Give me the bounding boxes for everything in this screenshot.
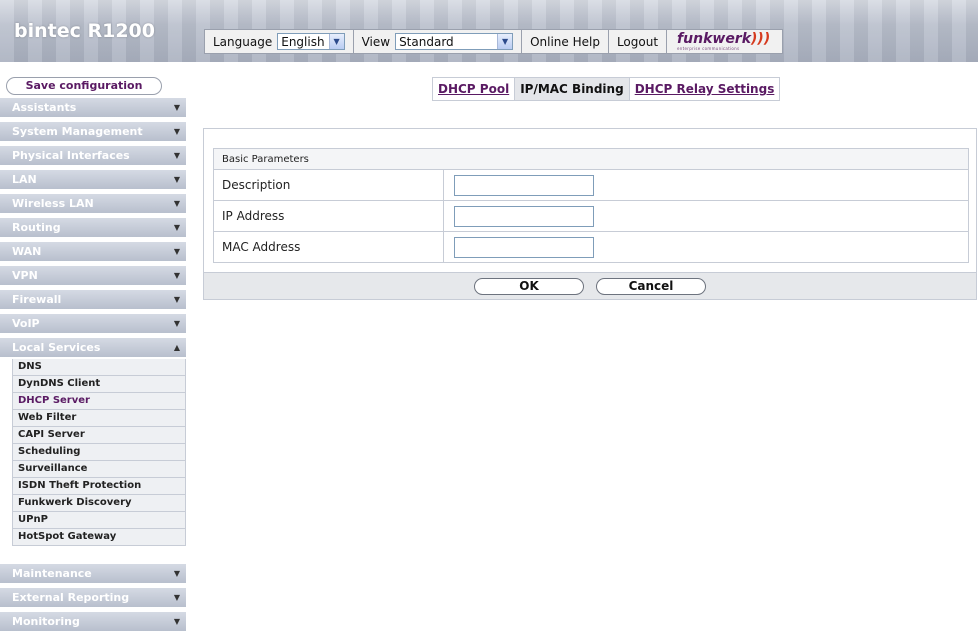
chevron-down-icon: ▼ [173,569,180,578]
online-help-link[interactable]: Online Help [522,29,609,54]
menu-wan[interactable]: WAN ▼ [0,242,186,262]
header-bar: bintec R1200 Language English ▼ View Sta… [0,0,978,62]
chevron-down-icon: ▼ [173,319,180,328]
menu-physical-interfaces[interactable]: Physical Interfaces ▼ [0,146,186,166]
submenu-dyndns-client[interactable]: DynDNS Client [12,376,186,393]
description-input[interactable] [454,174,594,196]
language-value: English [281,34,325,49]
language-dropdown[interactable]: English ▼ [277,33,345,50]
chevron-down-icon: ▼ [173,593,180,602]
form-row-description: Description [214,169,968,200]
menu-label: Physical Interfaces [12,149,130,162]
logo-tagline: enterprise communications [677,46,740,51]
menu-local-services[interactable]: Local Services ▲ [0,338,186,358]
submenu-web-filter[interactable]: Web Filter [12,410,186,427]
chevron-down-icon: ▼ [173,617,180,626]
submenu-capi-server[interactable]: CAPI Server [12,427,186,444]
logout-link[interactable]: Logout [608,29,668,54]
top-toolbar: Language English ▼ View Standard ▼ Onlin… [204,29,784,54]
chevron-down-icon: ▼ [328,34,344,49]
menu-label: External Reporting [12,591,130,604]
cancel-button[interactable]: Cancel [596,277,706,295]
menu-label: Assistants [12,101,77,114]
menu-voip[interactable]: VoIP ▼ [0,314,186,334]
submenu-hotspot-gateway[interactable]: HotSpot Gateway [12,529,186,546]
menu-system-management[interactable]: System Management ▼ [0,122,186,142]
logo-waves-icon: ))) [751,31,771,47]
submenu-surveillance[interactable]: Surveillance [12,461,186,478]
dhcp-tabs: DHCP Pool IP/MAC Binding DHCP Relay Sett… [432,77,781,101]
chevron-down-icon: ▼ [173,223,180,232]
form-row-ip-address: IP Address [214,200,968,231]
form-row-mac-address: MAC Address [214,231,968,262]
menu-label: Maintenance [12,567,92,580]
ip-address-input[interactable] [454,205,594,227]
menu-label: System Management [12,125,143,138]
menu-label: Routing [12,221,61,234]
logo-wordmark: funkwerk [677,31,752,47]
sidebar-nav: Save configuration Assistants ▼ System Ma… [0,62,186,631]
chevron-down-icon: ▼ [173,199,180,208]
tab-dhcp-relay-settings[interactable]: DHCP Relay Settings [628,77,781,101]
binding-form: Basic Parameters Description IP Address … [203,128,977,300]
menu-label: Monitoring [12,615,80,628]
menu-lan[interactable]: LAN ▼ [0,170,186,190]
chevron-down-icon: ▼ [173,271,180,280]
menu-label: Local Services [12,341,101,354]
view-label: View [361,34,391,49]
mac-address-input[interactable] [454,236,594,258]
menu-wireless-lan[interactable]: Wireless LAN ▼ [0,194,186,214]
description-label: Description [214,170,444,200]
funkwerk-logo: funkwerk))) enterprise communications [667,29,784,54]
menu-label: Wireless LAN [12,197,94,210]
submenu-funkwerk-discovery[interactable]: Funkwerk Discovery [12,495,186,512]
chevron-down-icon: ▼ [173,151,180,160]
chevron-down-icon: ▼ [173,247,180,256]
view-selector: View Standard ▼ [353,29,523,54]
menu-firewall[interactable]: Firewall ▼ [0,290,186,310]
menu-label: VPN [12,269,38,282]
menu-label: VoIP [12,317,40,330]
tab-dhcp-pool[interactable]: DHCP Pool [432,77,516,101]
menu-label: LAN [12,173,37,186]
chevron-down-icon: ▼ [497,34,513,49]
section-header: Basic Parameters [214,149,968,169]
chevron-down-icon: ▼ [173,127,180,136]
product-title: bintec R1200 [14,20,155,42]
menu-monitoring[interactable]: Monitoring ▼ [0,612,186,631]
menu-label: WAN [12,245,42,258]
chevron-down-icon: ▼ [173,103,180,112]
submenu-scheduling[interactable]: Scheduling [12,444,186,461]
menu-maintenance[interactable]: Maintenance ▼ [0,564,186,584]
language-label: Language [213,34,273,49]
mac-address-label: MAC Address [214,232,444,262]
menu-assistants[interactable]: Assistants ▼ [0,98,186,118]
submenu-isdn-theft-protection[interactable]: ISDN Theft Protection [12,478,186,495]
language-selector: Language English ▼ [204,29,354,54]
menu-label: Firewall [12,293,62,306]
chevron-up-icon: ▲ [173,343,180,352]
menu-external-reporting[interactable]: External Reporting ▼ [0,588,186,608]
submenu-dhcp-server[interactable]: DHCP Server [12,393,186,410]
ok-button[interactable]: OK [474,277,584,295]
form-action-bar: OK Cancel [204,272,976,299]
view-value: Standard [399,34,454,49]
menu-routing[interactable]: Routing ▼ [0,218,186,238]
submenu-dns[interactable]: DNS [12,359,186,376]
menu-vpn[interactable]: VPN ▼ [0,266,186,286]
tab-ip-mac-binding[interactable]: IP/MAC Binding [515,77,629,101]
save-configuration-button[interactable]: Save configuration [6,77,162,95]
ip-address-label: IP Address [214,201,444,231]
submenu-upnp[interactable]: UPnP [12,512,186,529]
basic-parameters-table: Basic Parameters Description IP Address … [213,148,969,263]
view-dropdown[interactable]: Standard ▼ [395,33,514,50]
chevron-down-icon: ▼ [173,295,180,304]
chevron-down-icon: ▼ [173,175,180,184]
